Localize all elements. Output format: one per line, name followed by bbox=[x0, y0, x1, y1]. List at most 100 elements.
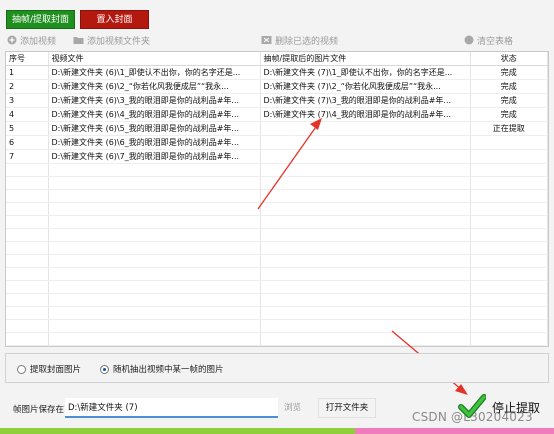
table-cell-status bbox=[470, 293, 548, 307]
open-folder-button[interactable]: 打开文件夹 bbox=[318, 398, 376, 418]
table-cell-index bbox=[6, 228, 49, 242]
radio-selected-icon bbox=[100, 364, 109, 374]
column-header[interactable]: 状态 bbox=[470, 52, 548, 66]
table-cell-status bbox=[470, 215, 548, 229]
table-cell-status: 完成 bbox=[470, 79, 548, 94]
table-cell-video: D:\新建文件夹 (6)\3_我的眼泪即是你的战利品#年... bbox=[48, 93, 261, 108]
table-cell-index bbox=[6, 267, 49, 281]
table-cell-image bbox=[260, 121, 471, 136]
table-cell-image bbox=[260, 189, 471, 203]
empty-table-row bbox=[6, 163, 548, 177]
table-cell-status bbox=[470, 319, 548, 333]
extract-cover-radio[interactable]: 提取封面图片 bbox=[17, 363, 81, 375]
table-row[interactable]: 7 D:\新建文件夹 (6)\7_我的眼泪即是你的战利品#年... bbox=[6, 149, 548, 164]
table-cell-video: D:\新建文件夹 (6)\5_我的眼泪即是你的战利品#年... bbox=[48, 121, 261, 136]
table-cell-index bbox=[6, 202, 49, 216]
empty-table-row bbox=[6, 189, 548, 203]
tab-insert-cover[interactable]: 置入封面 bbox=[80, 10, 149, 29]
table-cell-status bbox=[470, 306, 548, 320]
table-row[interactable]: 3 D:\新建文件夹 (6)\3_我的眼泪即是你的战利品#年... D:\新建文件夹… bbox=[6, 93, 548, 108]
column-header[interactable]: 序号 bbox=[6, 52, 49, 66]
table-row[interactable]: 4 D:\新建文件夹 (6)\4_我的眼泪即是你的战利品#年... D:\新建文件夹… bbox=[6, 107, 548, 122]
column-header[interactable]: 抽帧/提取后的图片文件 bbox=[260, 52, 471, 66]
table-cell-index bbox=[6, 293, 49, 307]
table-cell-status bbox=[470, 163, 548, 177]
table-cell-image bbox=[260, 163, 471, 177]
table-cell-video: D:\新建文件夹 (6)\2_“你若化风我便成层”“我永... bbox=[48, 79, 261, 94]
table-cell-index bbox=[6, 306, 49, 320]
extract-mode-group: 提取封面图片 随机抽出视频中某一帧的图片 bbox=[5, 353, 549, 383]
table-cell-status bbox=[470, 149, 548, 164]
table-row[interactable]: 6 D:\新建文件夹 (6)\6_我的眼泪即是你的战利品#年... bbox=[6, 135, 548, 150]
table-cell-index: 7 bbox=[6, 149, 49, 164]
table-cell-video: D:\新建文件夹 (6)\1_即使认不出你，你的名字还是... bbox=[48, 65, 261, 80]
random-frame-radio-label: 随机抽出视频中某一帧的图片 bbox=[113, 365, 224, 375]
table-cell-index bbox=[6, 254, 49, 268]
table-cell-image bbox=[260, 332, 471, 346]
table-cell-index bbox=[6, 280, 49, 294]
column-header[interactable]: 视频文件 bbox=[48, 52, 261, 66]
table-cell-status: 完成 bbox=[470, 65, 548, 80]
table-cell-video bbox=[48, 163, 261, 177]
table-row[interactable]: 1 D:\新建文件夹 (6)\1_即使认不出你，你的名字还是... D:\新建文件夹… bbox=[6, 65, 548, 80]
plus-circle-icon bbox=[7, 35, 17, 50]
clear-icon bbox=[464, 35, 474, 50]
browse-button[interactable]: 浏览 bbox=[284, 401, 301, 413]
table-cell-video bbox=[48, 293, 261, 307]
table-cell-image bbox=[260, 215, 471, 229]
table-cell-image bbox=[260, 202, 471, 216]
table-cell-index: 6 bbox=[6, 135, 49, 150]
random-frame-radio[interactable]: 随机抽出视频中某一帧的图片 bbox=[100, 363, 224, 375]
table-cell-image: D:\新建文件夹 (7)\3_我的眼泪即是你的战利品#年... bbox=[260, 93, 471, 108]
table-cell-status bbox=[470, 189, 548, 203]
delete-selected-label: 删除已选的视频 bbox=[275, 37, 339, 47]
empty-table-row bbox=[6, 293, 548, 307]
add-video-folder-button[interactable]: 添加视频文件夹 bbox=[73, 35, 150, 49]
video-table[interactable]: 序号 视频文件 抽帧/提取后的图片文件 状态 1 D:\新建文件夹 (6)\1_即… bbox=[5, 51, 549, 347]
table-cell-status bbox=[470, 228, 548, 242]
extract-cover-radio-label: 提取封面图片 bbox=[30, 365, 82, 375]
empty-table-row bbox=[6, 228, 548, 242]
table-cell-status: 完成 bbox=[470, 93, 548, 108]
table-cell-index bbox=[6, 215, 49, 229]
table-row[interactable]: 2 D:\新建文件夹 (6)\2_“你若化风我便成层”“我永... D:\新建文件夹… bbox=[6, 79, 548, 94]
empty-table-row bbox=[6, 306, 548, 320]
clear-table-button[interactable]: 清空表格 bbox=[464, 35, 513, 49]
table-cell-status: 正在提取 bbox=[470, 121, 548, 136]
table-cell-index: 1 bbox=[6, 65, 49, 80]
table-cell-video bbox=[48, 215, 261, 229]
empty-table-row bbox=[6, 241, 548, 255]
table-cell-status bbox=[470, 280, 548, 294]
empty-table-row bbox=[6, 254, 548, 268]
table-cell-video bbox=[48, 332, 261, 346]
table-cell-video: D:\新建文件夹 (6)\7_我的眼泪即是你的战利品#年... bbox=[48, 149, 261, 164]
tab-extract-cover[interactable]: 抽帧/提取封面 bbox=[6, 10, 75, 29]
table-cell-index: 5 bbox=[6, 121, 49, 136]
table-cell-status bbox=[470, 241, 548, 255]
table-cell-index: 4 bbox=[6, 107, 49, 122]
table-cell-status bbox=[470, 202, 548, 216]
add-video-button[interactable]: 添加视频 bbox=[7, 35, 56, 49]
table-cell-image: D:\新建文件夹 (7)\4_我的眼泪即是你的战利品#年... bbox=[260, 107, 471, 122]
empty-table-row bbox=[6, 215, 548, 229]
progress-fill bbox=[0, 428, 355, 434]
table-cell-image bbox=[260, 306, 471, 320]
empty-table-row bbox=[6, 267, 548, 281]
delete-icon bbox=[261, 35, 272, 50]
empty-table-row bbox=[6, 280, 548, 294]
table-cell-video bbox=[48, 319, 261, 333]
table-row[interactable]: 5 D:\新建文件夹 (6)\5_我的眼泪即是你的战利品#年... 正在提取 bbox=[6, 121, 548, 136]
save-path-input[interactable] bbox=[65, 398, 278, 418]
table-cell-video: D:\新建文件夹 (6)\4_我的眼泪即是你的战利品#年... bbox=[48, 107, 261, 122]
save-path-label: 帧图片保存在: bbox=[13, 405, 67, 415]
table-cell-image bbox=[260, 254, 471, 268]
table-cell-video bbox=[48, 202, 261, 216]
stop-extract-button[interactable]: 停止提取 bbox=[458, 391, 550, 423]
table-cell-video: D:\新建文件夹 (6)\6_我的眼泪即是你的战利品#年... bbox=[48, 135, 261, 150]
delete-selected-button[interactable]: 删除已选的视频 bbox=[261, 35, 338, 49]
table-cell-status bbox=[470, 332, 548, 346]
progress-bar bbox=[0, 428, 554, 434]
table-cell-image bbox=[260, 241, 471, 255]
empty-table-row bbox=[6, 319, 548, 333]
table-cell-image bbox=[260, 293, 471, 307]
